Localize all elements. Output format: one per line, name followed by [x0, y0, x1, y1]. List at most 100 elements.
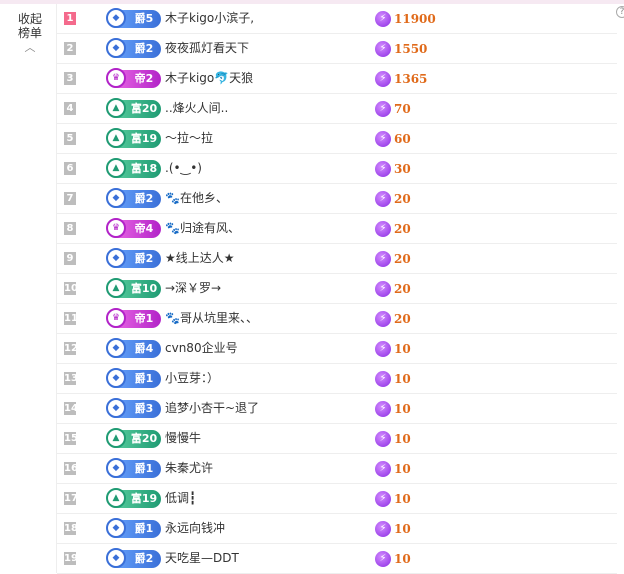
user-name[interactable]: .(•‿•): [165, 161, 202, 176]
rank-number: 13: [64, 372, 78, 385]
lightning-coin-icon: ⚡: [375, 11, 391, 27]
collapse-rank-button[interactable]: 收起 榜单 ︿: [10, 12, 50, 53]
list-item[interactable]: 1 ◆ 爵5 木子kigo小滨子, ⚡ 11900: [57, 4, 617, 34]
points-value: 20: [394, 312, 411, 326]
user-name[interactable]: →深￥罗→: [165, 281, 221, 296]
lightning-coin-icon: ⚡: [375, 161, 391, 177]
list-item[interactable]: 19 ◆ 爵2 天吃星—DDT ⚡ 10: [57, 544, 617, 574]
points-value: 20: [394, 192, 411, 206]
level-badge: ◆ 爵1: [106, 368, 161, 388]
help-icon[interactable]: ?: [616, 6, 624, 18]
user-name[interactable]: cvn80企业号: [165, 341, 238, 356]
rank-number: 9: [64, 252, 76, 265]
diamond-icon: ◆: [106, 8, 126, 28]
user-name[interactable]: 小豆芽：）: [165, 371, 219, 386]
triangle-icon: ▲: [106, 278, 126, 298]
level-badge-label: 爵5: [134, 12, 154, 25]
list-item[interactable]: 8 ♛ 帝4 🐾归途有风、 ⚡ 20: [57, 214, 617, 244]
list-item[interactable]: 6 ▲ 富18 .(•‿•) ⚡ 30: [57, 154, 617, 184]
level-badge-label: 帝1: [134, 312, 154, 325]
points-value: 11900: [394, 12, 436, 26]
rank-list: 1 ◆ 爵5 木子kigo小滨子, ⚡ 11900 2 ◆ 爵2 夜夜孤灯看天下 ⚡ 1550 3 ♛ 帝2…: [57, 4, 617, 574]
user-name[interactable]: 🐾哥从坑里来、、: [165, 311, 258, 326]
lightning-coin-icon: ⚡: [375, 221, 391, 237]
list-item[interactable]: 18 ◆ 爵1 永远向钱冲 ⚡ 10: [57, 514, 617, 544]
user-name[interactable]: 低调┇: [165, 491, 196, 506]
level-badge-label: 富10: [130, 282, 158, 295]
list-item[interactable]: 15 ▲ 富20 慢慢牛 ⚡ 10: [57, 424, 617, 454]
diamond-icon: ◆: [106, 548, 126, 568]
level-badge-label: 富19: [130, 132, 158, 145]
level-badge-label: 富19: [130, 492, 158, 505]
user-name[interactable]: 夜夜孤灯看天下: [165, 41, 249, 56]
level-badge: ◆ 爵1: [106, 458, 161, 478]
points-value: 20: [394, 252, 411, 266]
user-name[interactable]: 木子kigo小滨子,: [165, 11, 254, 26]
list-item[interactable]: 11 ♛ 帝1 🐾哥从坑里来、、 ⚡ 20: [57, 304, 617, 334]
diamond-icon: ◆: [106, 338, 126, 358]
user-name[interactable]: 天吃星—DDT: [165, 551, 239, 566]
lightning-coin-icon: ⚡: [375, 461, 391, 477]
user-name[interactable]: ..烽火人间..: [165, 101, 228, 116]
user-name[interactable]: 朱秦尤许: [165, 461, 213, 476]
level-badge-label: 富20: [130, 432, 158, 445]
user-name[interactable]: 慢慢牛: [165, 431, 201, 446]
list-item[interactable]: 16 ◆ 爵1 朱秦尤许 ⚡ 10: [57, 454, 617, 484]
rank-number: 15: [64, 432, 78, 445]
lightning-coin-icon: ⚡: [375, 71, 391, 87]
level-badge-label: 帝4: [134, 222, 154, 235]
rank-number: 14: [64, 402, 78, 415]
list-item[interactable]: 3 ♛ 帝2 木子kigo🐬天狼 ⚡ 1365: [57, 64, 617, 94]
list-item[interactable]: 5 ▲ 富19 ～拉～拉 ⚡ 60: [57, 124, 617, 154]
lightning-coin-icon: ⚡: [375, 401, 391, 417]
rank-number: 16: [64, 462, 78, 475]
level-badge: ◆ 爵2: [106, 548, 161, 568]
level-badge-label: 爵4: [134, 342, 154, 355]
list-item[interactable]: 12 ◆ 爵4 cvn80企业号 ⚡ 10: [57, 334, 617, 364]
lightning-coin-icon: ⚡: [375, 191, 391, 207]
user-name[interactable]: 木子kigo🐬天狼: [165, 71, 253, 86]
user-name[interactable]: 追梦小杏干~退了: [165, 401, 259, 416]
lightning-coin-icon: ⚡: [375, 41, 391, 57]
crown-icon: ♛: [106, 308, 126, 328]
level-badge: ◆ 爵2: [106, 248, 161, 268]
list-item[interactable]: 13 ◆ 爵1 小豆芽：） ⚡ 10: [57, 364, 617, 394]
level-badge: ◆ 爵2: [106, 38, 161, 58]
user-name[interactable]: 🐾在他乡、: [165, 191, 228, 206]
rank-number: 3: [64, 72, 76, 85]
level-badge-label: 爵1: [134, 522, 154, 535]
list-item[interactable]: 2 ◆ 爵2 夜夜孤灯看天下 ⚡ 1550: [57, 34, 617, 64]
lightning-coin-icon: ⚡: [375, 371, 391, 387]
level-badge: ▲ 富18: [106, 158, 161, 178]
diamond-icon: ◆: [106, 398, 126, 418]
list-item[interactable]: 10 ▲ 富10 →深￥罗→ ⚡ 20: [57, 274, 617, 304]
list-item[interactable]: 7 ◆ 爵2 🐾在他乡、 ⚡ 20: [57, 184, 617, 214]
points-value: 10: [394, 342, 411, 356]
list-item[interactable]: 4 ▲ 富20 ..烽火人间.. ⚡ 70: [57, 94, 617, 124]
points-value: 10: [394, 402, 411, 416]
user-name[interactable]: 永远向钱冲: [165, 521, 225, 536]
rank-number: 2: [64, 42, 76, 55]
crown-icon: ♛: [106, 68, 126, 88]
user-name[interactable]: 🐾归途有风、: [165, 221, 240, 236]
list-item[interactable]: 17 ▲ 富19 低调┇ ⚡ 10: [57, 484, 617, 514]
points-value: 10: [394, 492, 411, 506]
level-badge: ◆ 爵4: [106, 338, 161, 358]
user-name[interactable]: ～拉～拉: [165, 131, 213, 146]
level-badge: ▲ 富10: [106, 278, 161, 298]
list-item[interactable]: 14 ◆ 爵3 追梦小杏干~退了 ⚡ 10: [57, 394, 617, 424]
points-value: 10: [394, 462, 411, 476]
rank-number: 4: [64, 102, 76, 115]
lightning-coin-icon: ⚡: [375, 521, 391, 537]
points-value: 20: [394, 282, 411, 296]
level-badge: ♛ 帝2: [106, 68, 161, 88]
rank-number: 17: [64, 492, 78, 505]
diamond-icon: ◆: [106, 518, 126, 538]
list-item[interactable]: 9 ◆ 爵2 ★线上达人★ ⚡ 20: [57, 244, 617, 274]
rank-number: 19: [64, 552, 78, 565]
level-badge-label: 富18: [130, 162, 158, 175]
rank-number: 6: [64, 162, 76, 175]
diamond-icon: ◆: [106, 458, 126, 478]
points-value: 10: [394, 552, 411, 566]
user-name[interactable]: ★线上达人★: [165, 251, 235, 266]
